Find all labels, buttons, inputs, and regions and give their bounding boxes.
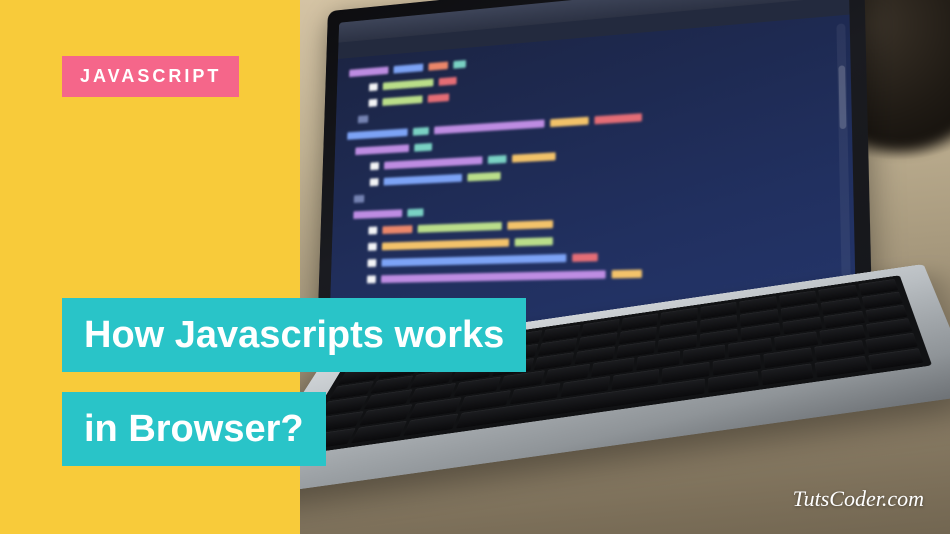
title-line-2-wrap: in Browser? [62, 392, 326, 466]
title-line-1-wrap: How Javascripts works [62, 298, 526, 372]
code-editor-content [342, 24, 845, 322]
category-badge: JAVASCRIPT [62, 56, 239, 97]
site-watermark: TutsCoder.com [793, 486, 924, 512]
hero-photo [300, 0, 950, 534]
title-line-1: How Javascripts works [62, 298, 526, 372]
laptop [300, 0, 950, 534]
laptop-screen [329, 0, 856, 332]
title-line-2: in Browser? [62, 392, 326, 466]
